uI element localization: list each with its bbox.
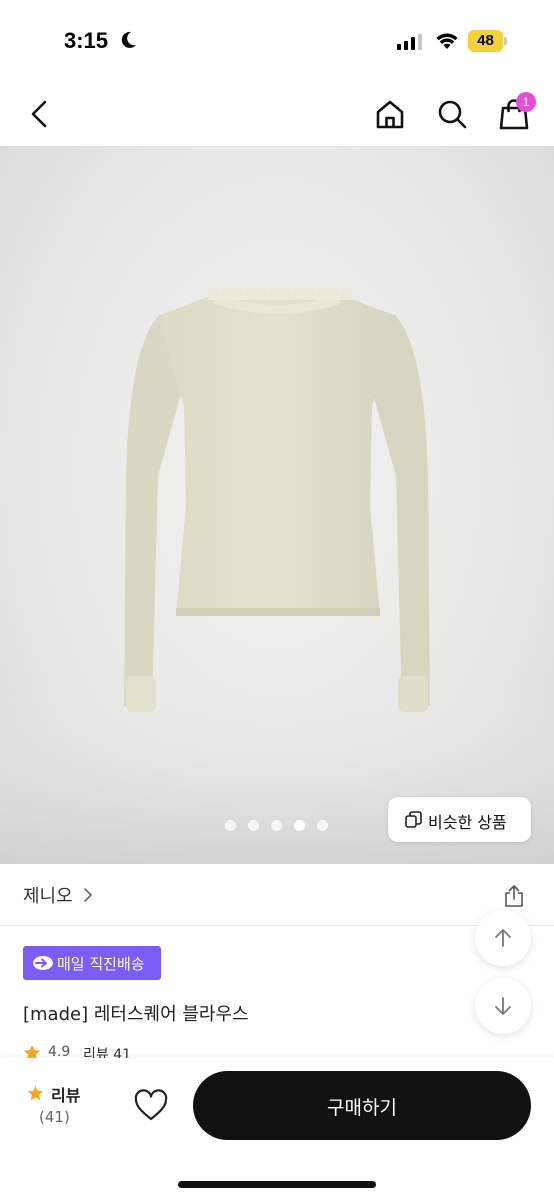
buy-button[interactable]: 구매하기 — [193, 1071, 531, 1140]
battery-indicator: 48 — [468, 30, 508, 52]
gallery-dot[interactable] — [317, 820, 328, 831]
star-icon — [27, 1085, 44, 1101]
status-time: 3:15 — [64, 28, 109, 53]
share-icon[interactable] — [502, 884, 526, 908]
brand-name-link[interactable]: 제니오 — [23, 882, 73, 908]
arrow-up-icon — [495, 929, 511, 947]
gallery-pagination — [225, 820, 335, 832]
scroll-up-button[interactable] — [475, 910, 531, 966]
search-button[interactable] — [432, 94, 472, 134]
gallery-dot[interactable] — [248, 820, 259, 831]
chevron-left-icon — [31, 100, 47, 128]
chevron-right-icon — [84, 888, 92, 902]
product-image-gallery[interactable]: 비슷한 상품 — [0, 146, 554, 864]
arrow-down-icon — [495, 997, 511, 1015]
battery-level: 48 — [477, 32, 494, 49]
wifi-icon — [436, 33, 458, 49]
bottom-action-bar: 리뷰 (41) 구매하기 — [0, 1058, 554, 1200]
copy-icon — [405, 811, 422, 828]
top-nav-bar — [0, 80, 554, 146]
back-button[interactable] — [20, 94, 60, 134]
search-icon — [438, 100, 467, 129]
delivery-swoosh-icon — [33, 956, 53, 970]
cellular-signal-icon — [397, 34, 422, 50]
daily-direct-delivery-badge[interactable]: 매일 직진배송 — [23, 946, 161, 980]
review-summary-button[interactable]: 리뷰 (41) — [22, 1082, 92, 1132]
buy-button-label: 구매하기 — [327, 1097, 397, 1119]
product-image — [0, 287, 554, 864]
review-label: 리뷰 — [51, 1086, 81, 1105]
scroll-down-button[interactable] — [475, 978, 531, 1034]
heart-icon — [134, 1089, 168, 1121]
gallery-dot[interactable] — [225, 820, 236, 831]
delivery-badge-label: 매일 직진배송 — [57, 955, 145, 973]
brand-row: 제니오 — [0, 864, 554, 926]
review-count: (41) — [39, 1108, 70, 1126]
similar-products-label: 비슷한 상품 — [428, 813, 507, 832]
gallery-dot[interactable] — [294, 820, 305, 831]
wishlist-button[interactable] — [133, 1088, 169, 1124]
gallery-dot[interactable] — [271, 820, 282, 831]
cart-count-badge: 1 — [516, 92, 536, 112]
product-title: [made] 레터스퀘어 블라우스 — [23, 1004, 249, 1025]
home-indicator — [178, 1181, 376, 1188]
moon-icon — [121, 31, 136, 48]
home-button[interactable] — [370, 94, 410, 134]
status-bar: 3:15 48 — [0, 0, 554, 80]
similar-products-button[interactable]: 비슷한 상품 — [388, 797, 531, 842]
home-icon — [376, 100, 404, 129]
